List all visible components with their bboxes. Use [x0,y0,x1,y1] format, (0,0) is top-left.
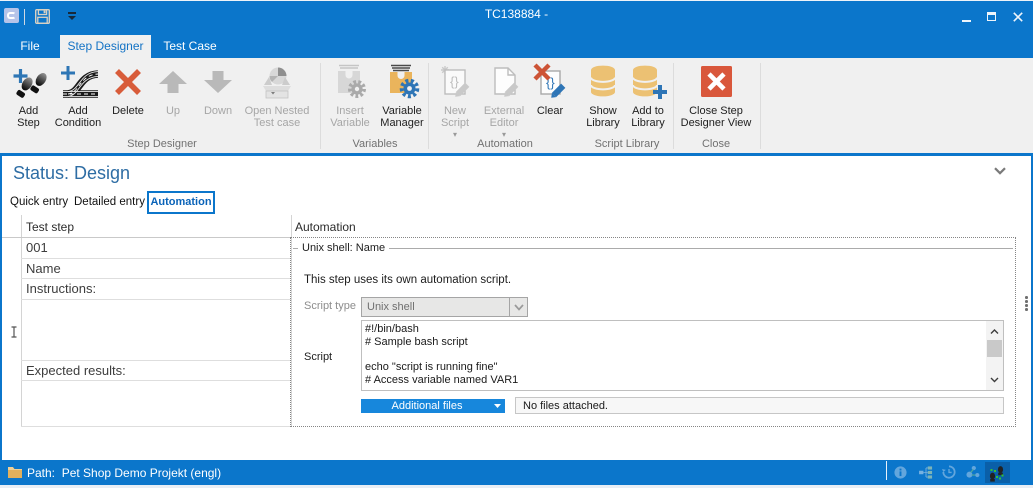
svg-text:{}: {} [450,74,459,89]
